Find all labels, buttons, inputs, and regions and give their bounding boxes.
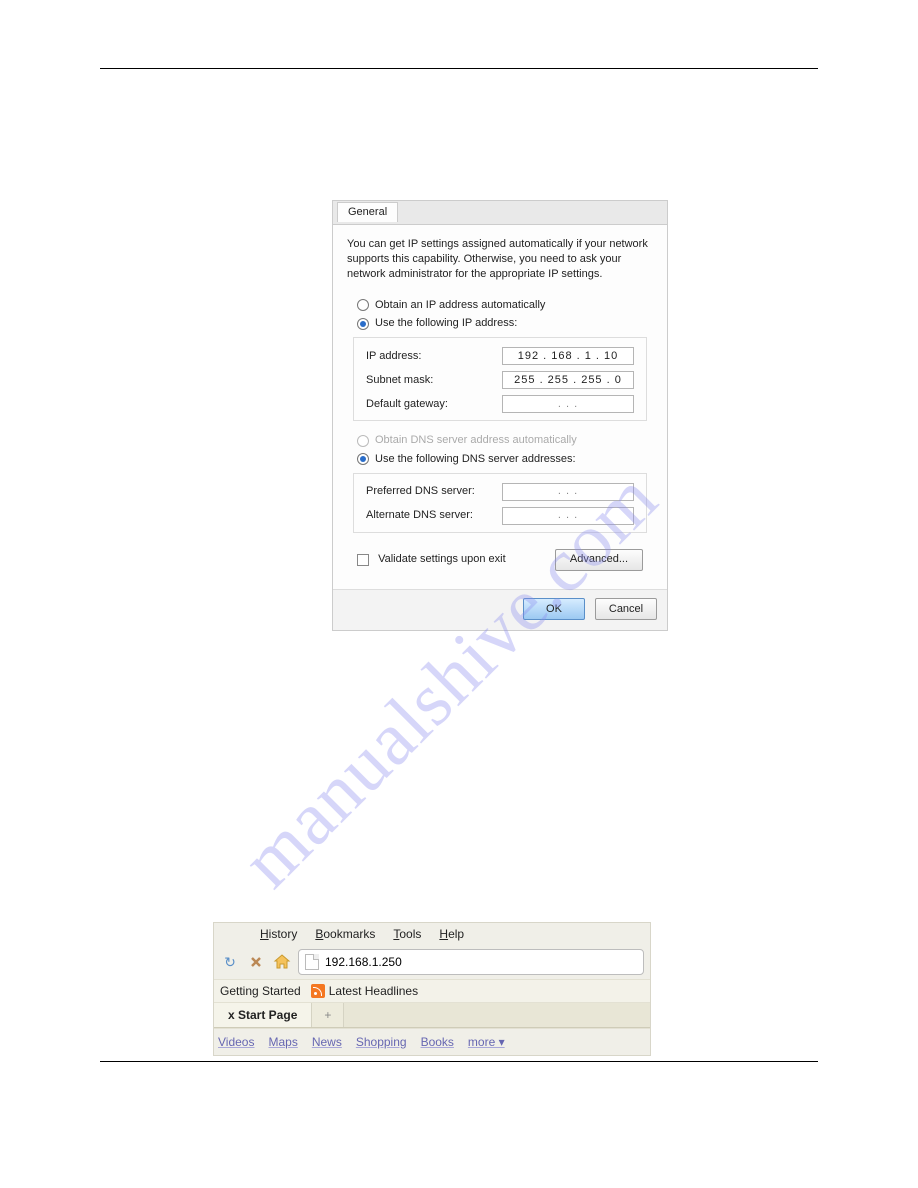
menu-history[interactable]: HHistoryistory [260,927,297,941]
radio-use-ip[interactable]: Use the following IP address: [347,314,653,333]
checkbox-icon [357,554,369,566]
default-gateway-label: Default gateway: [366,397,448,412]
subnet-mask-label: Subnet mask: [366,373,433,388]
link-maps[interactable]: Maps [268,1035,297,1049]
ip-settings-dialog: General You can get IP settings assigned… [332,200,668,631]
radio-label: Use the following IP address: [375,316,517,331]
ip-address-input[interactable]: 192 . 168 . 1 . 10 [502,347,634,365]
bookmark-latest-headlines[interactable]: Latest Headlines [311,984,418,998]
stop-icon[interactable] [246,952,266,972]
menu-help[interactable]: Help [439,927,464,941]
address-input[interactable] [325,955,637,969]
preferred-dns-input[interactable]: . . . [502,483,634,501]
browser-window: HHistoryistory Bookmarks Tools Help ↻ Ge… [213,922,651,1056]
browser-tabs: x Start Page + [214,1003,650,1028]
radio-obtain-dns: Obtain DNS server address automatically [347,431,653,450]
reload-icon[interactable]: ↻ [220,952,240,972]
toolbar: ↻ [214,945,650,979]
link-news[interactable]: News [312,1035,342,1049]
advanced-button[interactable]: Advanced... [555,549,643,571]
ip-fieldset: IP address: 192 . 168 . 1 . 10 Subnet ma… [353,337,647,421]
tab-general[interactable]: General [337,202,398,222]
tab-start-page[interactable]: x Start Page [214,1003,312,1027]
validate-label: Validate settings upon exit [378,553,506,565]
page-content-links: Videos Maps News Shopping Books more ▾ [214,1028,650,1055]
radio-use-dns[interactable]: Use the following DNS server addresses: [347,450,653,469]
radio-icon [357,435,369,447]
tab-bar: General [333,201,667,225]
page-horizontal-rule-top [100,68,818,69]
cancel-button[interactable]: Cancel [595,598,657,620]
dns-fieldset: Preferred DNS server: . . . Alternate DN… [353,473,647,533]
bookmark-label: Latest Headlines [329,984,418,998]
ok-button[interactable]: OK [523,598,585,620]
link-shopping[interactable]: Shopping [356,1035,407,1049]
description-text: You can get IP settings assigned automat… [347,237,653,282]
radio-icon [357,453,369,465]
new-tab-button[interactable]: + [312,1003,344,1027]
menu-tools[interactable]: Tools [393,927,421,941]
radio-icon [357,318,369,330]
menu-bookmarks[interactable]: Bookmarks [315,927,375,941]
alternate-dns-input[interactable]: . . . [502,507,634,525]
page-horizontal-rule-bottom [100,1061,818,1062]
home-icon[interactable] [272,952,292,972]
subnet-mask-input[interactable]: 255 . 255 . 255 . 0 [502,371,634,389]
ip-address-label: IP address: [366,349,421,364]
radio-label: Use the following DNS server addresses: [375,452,576,467]
alternate-dns-label: Alternate DNS server: [366,508,473,523]
bookmark-getting-started[interactable]: Getting Started [220,984,301,998]
default-gateway-input[interactable]: . . . [502,395,634,413]
rss-icon [311,984,325,998]
page-icon [305,954,319,970]
radio-label: Obtain an IP address automatically [375,298,545,313]
dialog-footer: OK Cancel [333,589,667,630]
dialog-body: You can get IP settings assigned automat… [333,225,667,589]
validate-settings-checkbox[interactable]: Validate settings upon exit [357,552,506,567]
bookmarks-toolbar: Getting Started Latest Headlines [214,979,650,1003]
radio-icon [357,299,369,311]
menu-bar: HHistoryistory Bookmarks Tools Help [214,923,650,945]
preferred-dns-label: Preferred DNS server: [366,484,475,499]
radio-obtain-ip[interactable]: Obtain an IP address automatically [347,296,653,315]
link-videos[interactable]: Videos [218,1035,254,1049]
link-more[interactable]: more ▾ [468,1035,505,1049]
address-bar[interactable] [298,949,644,975]
link-books[interactable]: Books [421,1035,454,1049]
radio-label: Obtain DNS server address automatically [375,433,577,448]
